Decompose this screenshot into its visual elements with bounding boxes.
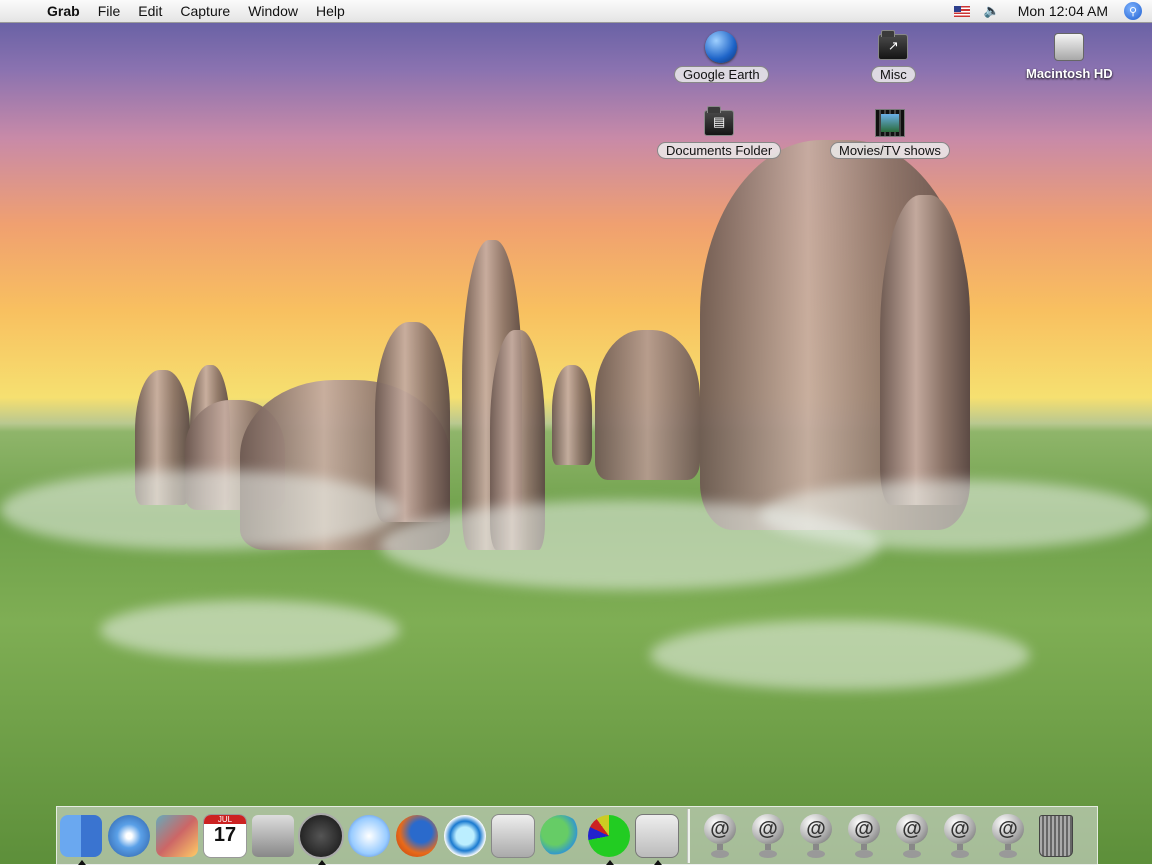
itunes-icon: [348, 815, 390, 857]
dock-dashboard[interactable]: [297, 812, 345, 865]
dock-doc-4[interactable]: @: [840, 812, 888, 860]
menu-help[interactable]: Help: [307, 3, 354, 19]
dock-ical[interactable]: JUL 17: [201, 812, 249, 860]
ical-day: 17: [213, 824, 237, 846]
at-sign-icon: @: [844, 814, 884, 858]
quicktime-icon: [444, 815, 486, 857]
desktop-wallpaper: [0, 0, 1152, 864]
app-menu-grab[interactable]: Grab: [38, 3, 89, 19]
desktop-icon-macintosh-hd[interactable]: Macintosh HD: [1018, 30, 1121, 81]
dock-iphoto[interactable]: [153, 812, 201, 860]
desktop-icon-label: Macintosh HD: [1026, 66, 1113, 81]
grab-icon: [635, 814, 679, 858]
desktop-icon-documents-folder[interactable]: ▤ Documents Folder: [657, 106, 782, 159]
ical-calendar-icon: JUL 17: [203, 814, 247, 858]
at-sign-icon: @: [940, 814, 980, 858]
dock-doc-5[interactable]: @: [888, 812, 936, 860]
dock-doc-3[interactable]: @: [792, 812, 840, 860]
menu-capture[interactable]: Capture: [171, 3, 239, 19]
at-sign-icon: @: [748, 814, 788, 858]
activity-monitor-pie-icon: [588, 815, 630, 857]
dock-doc-6[interactable]: @: [936, 812, 984, 860]
dashboard-icon: [298, 813, 344, 859]
dock-firefox[interactable]: [393, 812, 441, 860]
dock-image-capture[interactable]: [249, 812, 297, 860]
image-capture-camera-icon: [252, 815, 294, 857]
trash-icon: [1039, 815, 1073, 857]
desktop-icon-label: Google Earth: [674, 66, 769, 83]
dock-separator: [687, 809, 690, 863]
dock-finder[interactable]: [57, 812, 105, 865]
at-sign-icon: @: [700, 814, 740, 858]
google-earth-globe-icon: [705, 31, 738, 63]
dock-itunes[interactable]: [345, 812, 393, 860]
at-sign-icon: @: [988, 814, 1028, 858]
ical-month: JUL: [204, 815, 246, 824]
hard-drive-icon: [1054, 33, 1085, 61]
iphoto-icon: [156, 815, 198, 857]
dock-trash[interactable]: [1032, 812, 1080, 860]
dock-doc-2[interactable]: @: [744, 812, 792, 860]
documents-folder-icon: ▤: [704, 106, 735, 136]
menu-edit[interactable]: Edit: [129, 3, 171, 19]
desktop-icon-movies-tv-shows[interactable]: Movies/TV shows: [830, 106, 950, 159]
us-flag-icon[interactable]: [953, 5, 970, 17]
desktop-icon-label: Misc: [871, 66, 916, 83]
dock-safari[interactable]: [105, 812, 153, 860]
desktop-icon-google-earth[interactable]: Google Earth: [674, 30, 769, 83]
dock-quicktime[interactable]: [441, 812, 489, 860]
finder-icon: [60, 815, 102, 857]
spotlight-search-icon[interactable]: ⚲: [1124, 2, 1142, 20]
dock-doc-1[interactable]: @: [696, 812, 744, 860]
at-sign-icon: @: [796, 814, 836, 858]
movie-film-icon: [874, 109, 905, 137]
msn-messenger-icon: [540, 815, 582, 857]
firefox-icon: [396, 815, 438, 857]
desktop-icon-misc[interactable]: ↗ Misc: [871, 30, 916, 83]
folder-icon: ↗: [878, 30, 909, 60]
system-preferences-icon: [491, 814, 535, 858]
dock-msn-messenger[interactable]: [537, 812, 585, 860]
dock-activity-monitor[interactable]: [585, 812, 633, 865]
menu-bar: Grab File Edit Capture Window Help 🔈 Mon…: [0, 0, 1152, 23]
dock: JUL 17 @ @ @ @ @ @ @: [56, 806, 1098, 865]
safari-compass-icon: [108, 815, 150, 857]
menubar-clock[interactable]: Mon 12:04 AM: [1018, 3, 1108, 19]
dock-grab[interactable]: [633, 812, 681, 865]
volume-icon[interactable]: 🔈: [984, 3, 1000, 19]
menu-file[interactable]: File: [89, 3, 130, 19]
dock-system-preferences[interactable]: [489, 812, 537, 860]
desktop-icon-label: Movies/TV shows: [830, 142, 950, 159]
dock-doc-7[interactable]: @: [984, 812, 1032, 860]
menu-window[interactable]: Window: [239, 3, 307, 19]
desktop-icon-label: Documents Folder: [657, 142, 782, 159]
at-sign-icon: @: [892, 814, 932, 858]
